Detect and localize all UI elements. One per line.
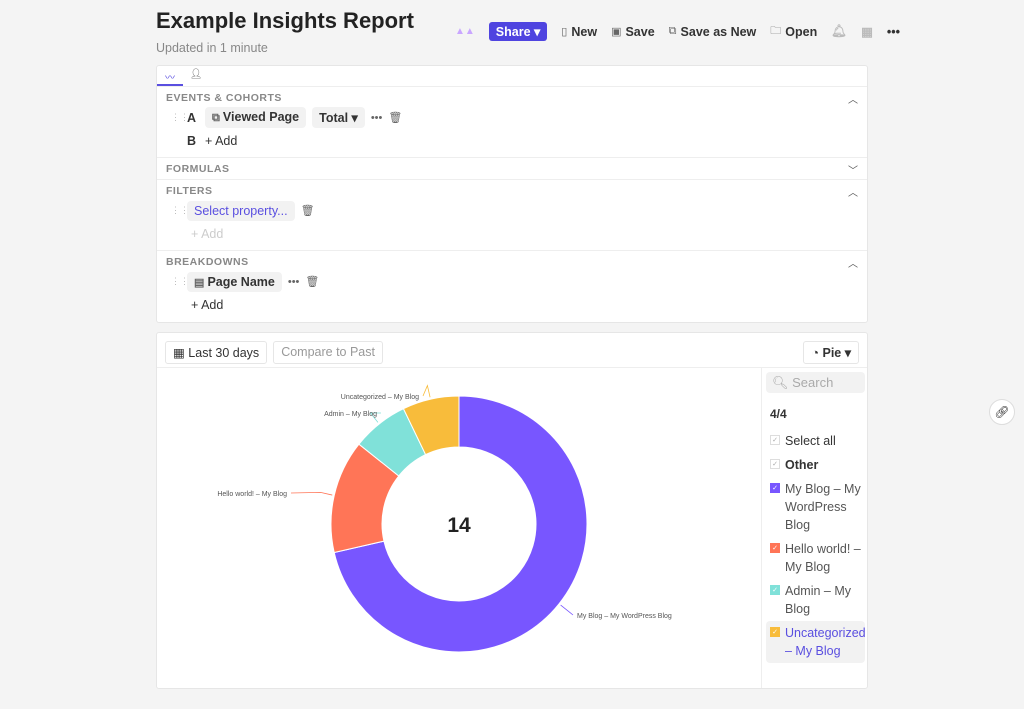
add-filter-button[interactable]: + Add [191, 227, 223, 241]
checkbox[interactable]: ✓ [770, 483, 780, 493]
checkbox[interactable]: ✓ [770, 459, 780, 469]
legend-item[interactable]: ✓ Uncategorized – My Blog [766, 621, 866, 663]
donut-total: 14 [447, 514, 471, 537]
slice-label: My Blog – My WordPress Blog [577, 613, 672, 620]
chart-type-dropdown[interactable]: ◔ Pie ▾ [803, 341, 859, 364]
checkbox[interactable]: ✓ [770, 585, 780, 595]
add-event-button[interactable]: + Add [205, 134, 237, 148]
filters-section: FILTERS ︿ ⋮⋮ Select property... 🗑︎ + Add [157, 180, 867, 251]
checkbox[interactable]: ✓ [770, 627, 780, 637]
legend-item[interactable]: ✓ My Blog – My WordPress Blog [766, 477, 865, 537]
slice-label: Hello world! – My Blog [217, 491, 287, 498]
save-button[interactable]: ▣ Save [611, 25, 655, 39]
section-title: FILTERS [166, 185, 213, 197]
chevron-up-icon[interactable]: ︿ [848, 255, 858, 270]
checkbox[interactable]: ✓ [770, 543, 780, 553]
slice-leader-line [560, 604, 574, 616]
dashboard-icon[interactable]: ▦ [861, 24, 873, 39]
query-builder: 〰 👤︎ EVENTS & COHORTS ︿ ⋮⋮ A ⧉ Viewed Pa… [156, 65, 868, 323]
date-range-button[interactable]: ▦ Last 30 days [165, 341, 268, 364]
legend-item[interactable]: ✓ Admin – My Blog [766, 579, 865, 621]
chevron-down-icon[interactable]: ﹀ [848, 162, 858, 177]
slice-label: Admin – My Blog [324, 411, 377, 418]
folder-icon: 🗀 [770, 25, 782, 37]
chevron-up-icon[interactable]: ︿ [848, 91, 858, 106]
new-button[interactable]: ▯ New [561, 25, 597, 39]
user-icon: 👤︎ [189, 69, 203, 80]
chart-panel: ▦ Last 30 days Compare to Past ◔ Pie ▾ M… [156, 332, 868, 689]
property-icon: ▤ [194, 276, 208, 289]
add-breakdown-button[interactable]: + Add [191, 298, 223, 312]
pie-chart: My Blog – My WordPress Blog Hello world! … [217, 384, 672, 653]
more-icon[interactable]: ••• [887, 25, 900, 39]
chevron-up-icon[interactable]: ︿ [848, 184, 858, 199]
toolbar: ▲▲ Share ▾ ▯ New ▣ Save ⧉ Save as New 🗀 Open… [455, 22, 900, 41]
slice-label: Uncategorized – My Blog [341, 394, 419, 401]
row-letter: B [187, 133, 197, 148]
legend-count: 4/4 [770, 407, 787, 421]
share-button[interactable]: Share ▾ [488, 22, 548, 41]
formulas-section: FORMULAS ﹀ [157, 158, 867, 180]
row-letter: A [187, 110, 197, 125]
breakdowns-section: BREAKDOWNS ︿ ⋮⋮ ▤ Page Name ••• 🗑︎ + Add [157, 251, 867, 322]
bell-icon[interactable]: 🔔︎ [831, 24, 847, 39]
link-icon[interactable]: 🔗︎ [989, 399, 1015, 425]
legend-search-input[interactable]: 🔍︎ Search [766, 372, 865, 393]
trash-icon[interactable]: 🗑︎ [388, 111, 402, 124]
open-button[interactable]: 🗀 Open [770, 22, 817, 41]
legend-other[interactable]: ✓ Other [766, 453, 865, 477]
legend-select-all[interactable]: ✓ Select all [766, 429, 865, 453]
more-icon[interactable]: ••• [371, 112, 383, 124]
tab-events[interactable]: 〰 [157, 66, 183, 86]
trash-icon[interactable]: 🗑︎ [305, 275, 319, 288]
legend-item[interactable]: ✓ Hello world! – My Blog [766, 537, 865, 579]
more-icon[interactable]: ••• [288, 276, 300, 288]
copy-icon: ⧉ [668, 25, 677, 37]
pie-icon: ◔ [811, 346, 823, 360]
line-chart-icon: 〰 [165, 73, 175, 84]
search-icon: 🔍︎ [772, 375, 793, 390]
drag-handle-icon[interactable]: ⋮⋮ [171, 205, 189, 216]
section-title: BREAKDOWNS [166, 256, 249, 268]
save-icon: ▣ [611, 26, 622, 38]
save-as-new-button[interactable]: ⧉ Save as New [669, 25, 757, 39]
checkbox[interactable]: ✓ [770, 435, 780, 445]
section-title: EVENTS & COHORTS [166, 92, 282, 104]
updated-status: Updated in 1 minute [156, 41, 268, 55]
new-file-icon: ▯ [561, 26, 568, 38]
legend: 🔍︎ Search 4/4 ✓ Select all ✓ Other ✓ My Blo… [761, 367, 869, 688]
calendar-icon: ▦ [173, 346, 189, 360]
select-property-button[interactable]: Select property... [187, 200, 295, 221]
tab-users[interactable]: 👤︎ [183, 66, 209, 86]
presence-icon: ▲▲ [455, 26, 475, 37]
slice-leader-line [290, 492, 333, 496]
section-title: FORMULAS [166, 163, 230, 175]
drag-handle-icon[interactable]: ⋮⋮ [171, 276, 189, 287]
event-icon: ⧉ [212, 112, 223, 124]
drag-handle-icon[interactable]: ⋮⋮ [171, 112, 189, 123]
compare-button[interactable]: Compare to Past [273, 341, 383, 364]
trash-icon[interactable]: 🗑︎ [301, 204, 315, 217]
event-selector[interactable]: ⧉ Viewed Page [205, 107, 307, 128]
events-section: EVENTS & COHORTS ︿ ⋮⋮ A ⧉ Viewed Page To… [157, 87, 867, 158]
page-title: Example Insights Report [156, 8, 414, 33]
measure-dropdown[interactable]: Total ▾ [312, 107, 365, 128]
breakdown-property[interactable]: ▤ Page Name [187, 271, 282, 292]
slice-leader-line [422, 384, 431, 398]
